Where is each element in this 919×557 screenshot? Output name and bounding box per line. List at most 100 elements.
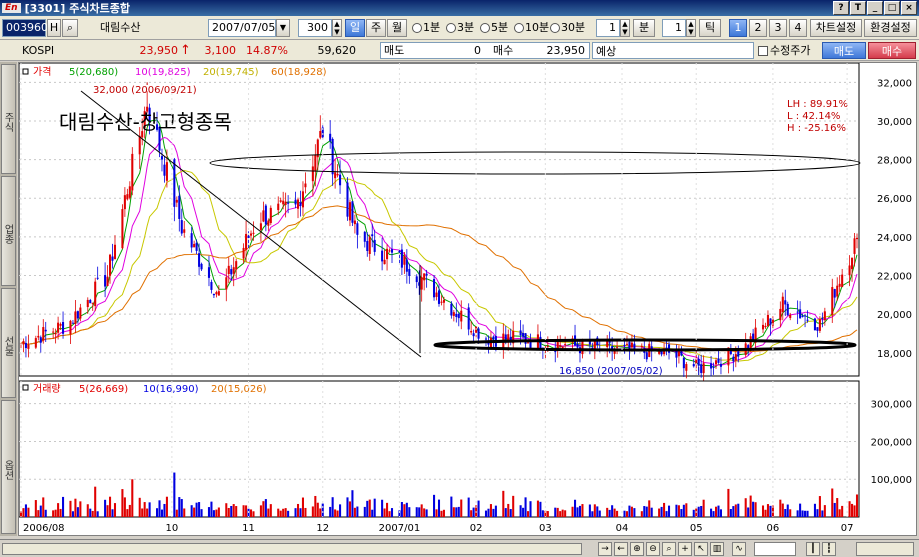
x-tick-label: 02 (470, 523, 483, 534)
zoom-in-icon[interactable]: ⊕ (630, 542, 644, 556)
indicator-icon[interactable]: ∿ (732, 542, 746, 556)
buy-button[interactable]: 매수 (868, 42, 916, 59)
x-tick-label: 04 (616, 523, 629, 534)
h-button[interactable]: H (47, 19, 61, 37)
candle-body (779, 308, 782, 321)
volume-bar (719, 509, 722, 517)
page-2-button[interactable]: 2 (749, 19, 767, 37)
candle-body (477, 328, 480, 339)
x-tick-label: 10 (166, 523, 179, 534)
volume-bar (779, 499, 782, 517)
page-4-button[interactable]: 4 (789, 19, 807, 37)
y-tick-label: 100,000 (871, 475, 912, 486)
candle-body (267, 220, 270, 226)
radio-3min[interactable]: 3분 (446, 19, 474, 37)
radio-1min[interactable]: 1분 (412, 19, 440, 37)
radio-30min[interactable]: 30분 (550, 19, 585, 37)
maximize-icon[interactable]: □ (884, 1, 900, 15)
sell-button[interactable]: 매도 (822, 42, 866, 59)
adjusted-price-checkbox[interactable]: 수정주가 (758, 42, 810, 59)
zoom-slider[interactable] (856, 542, 914, 556)
candle-body (207, 267, 211, 278)
candle-icon[interactable]: ┃ (806, 542, 820, 556)
spinner-icon[interactable]: ▲ ▼ (620, 19, 630, 37)
search-icon[interactable]: ⌕ (62, 19, 78, 37)
candle-body (405, 259, 408, 272)
volume-bar (356, 506, 359, 517)
side-tab-options[interactable]: 옵션 (1, 400, 16, 534)
volume-bar (408, 507, 411, 517)
minimize-icon[interactable]: _ (867, 1, 883, 15)
scroll-left-icon[interactable]: ← (614, 542, 628, 556)
candle-body (630, 342, 633, 348)
legend-volume: 거래량 (33, 383, 61, 395)
help-icon[interactable]: ? (833, 1, 849, 15)
chevron-down-icon[interactable]: ▼ (276, 19, 290, 37)
page-1-button[interactable]: 1 (729, 19, 747, 37)
legend-ma60: 60(18,928) (271, 67, 327, 78)
radio-icon (514, 23, 524, 33)
line-style-select[interactable] (754, 542, 796, 556)
date-input[interactable]: 2007/07/05 (208, 19, 276, 37)
chart-area[interactable]: 18,000 20,000 22,000 24,000 26,000 28,000 30,0… (18, 62, 917, 536)
spinner-icon[interactable]: ▲ ▼ (332, 19, 342, 37)
side-tab-stock[interactable]: 주식 (1, 64, 16, 174)
env-settings-button[interactable]: 환경설정 (864, 19, 917, 37)
zoom-out-icon[interactable]: ⊖ (646, 542, 660, 556)
minute-button[interactable]: 분 (633, 19, 655, 37)
radio-10min[interactable]: 10분 (514, 19, 549, 37)
close-icon[interactable]: × (901, 1, 917, 15)
cursor-icon[interactable]: ↖ (694, 542, 708, 556)
stock-code-input[interactable]: 003960 (2, 19, 48, 37)
candle-body (225, 277, 228, 290)
tick-button[interactable]: 틱 (699, 19, 721, 37)
volume-bar (190, 505, 193, 517)
page-3-button[interactable]: 3 (769, 19, 787, 37)
candle-body (386, 248, 389, 260)
candle-body (784, 300, 787, 305)
spinner-icon[interactable]: ▲ ▼ (686, 19, 696, 37)
tab-day[interactable]: 일 (345, 19, 365, 37)
volume-bar (576, 507, 579, 517)
candle-body (437, 290, 441, 304)
volume-bar (848, 501, 851, 517)
volume-bar (339, 504, 342, 517)
tab-month[interactable]: 월 (387, 19, 407, 37)
volume-bar (301, 497, 304, 517)
candle-body (282, 200, 285, 205)
y-tick-label: 22,000 (877, 272, 912, 283)
legend-vol-ma20: 20(15,026) (211, 384, 267, 395)
volume-bar (645, 506, 648, 517)
candle-body (519, 330, 522, 336)
side-tab-futures[interactable]: 선물 (1, 288, 16, 398)
candle-body (853, 238, 856, 254)
horizontal-scrollbar[interactable] (2, 543, 582, 555)
radio-5min[interactable]: 5분 (480, 19, 508, 37)
volume-bar (400, 502, 403, 517)
crosshair-icon[interactable]: + (678, 542, 692, 556)
volume-bar (227, 507, 230, 517)
count-input[interactable]: 300 (298, 19, 332, 37)
volume-bar (710, 508, 713, 517)
volume-bar (373, 498, 376, 517)
bar-icon[interactable]: ┇ (822, 542, 836, 556)
scroll-right-icon[interactable]: → (598, 542, 612, 556)
tick-input[interactable]: 1 (662, 19, 686, 37)
volume-bar (457, 506, 460, 517)
candle-body (851, 257, 854, 270)
volume-bar (269, 504, 272, 517)
tab-week[interactable]: 주 (366, 19, 386, 37)
chart-settings-button[interactable]: 차트설정 (810, 19, 862, 37)
candle-body (165, 162, 168, 181)
minute-input[interactable]: 1 (596, 19, 620, 37)
stock-chart[interactable]: 18,000 20,000 22,000 24,000 26,000 28,000 30,0… (18, 62, 918, 537)
magnifier-icon[interactable]: ⌕ (662, 542, 676, 556)
chart-type-icon[interactable]: ▥ (710, 542, 724, 556)
tool-icon[interactable]: T (850, 1, 866, 15)
candle-body (198, 253, 201, 267)
side-tab-sector[interactable]: 업종 (1, 176, 16, 286)
candle-body (457, 313, 460, 319)
volume-bar (24, 504, 27, 517)
volume-bar (564, 510, 567, 517)
window-code: [3301] (24, 1, 66, 15)
